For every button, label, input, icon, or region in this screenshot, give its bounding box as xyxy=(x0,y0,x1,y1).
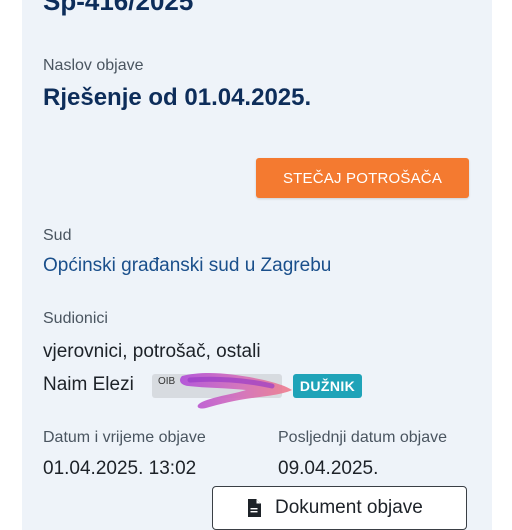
participant-types: vjerovnici, potrošač, ostali xyxy=(43,341,261,362)
oib-label: OIB xyxy=(158,376,176,387)
document-icon xyxy=(248,499,261,517)
participant-name: Naim Elezi xyxy=(43,374,134,395)
last-date-value: 09.04.2025. xyxy=(278,458,379,479)
notice-title: Rješenje od 01.04.2025. xyxy=(43,84,312,111)
published-date-value: 01.04.2025. 13:02 xyxy=(43,458,197,479)
case-number: Sp-416/2025 xyxy=(43,0,194,16)
title-label: Naslov objave xyxy=(43,57,144,74)
role-badge: DUŽNIK xyxy=(293,374,362,398)
document-button[interactable]: Dokument objave xyxy=(212,486,467,530)
court-label: Sud xyxy=(43,227,72,244)
last-date-label: Posljednji datum objave xyxy=(278,429,447,446)
document-button-label: Dokument objave xyxy=(275,497,423,518)
redaction-scribble xyxy=(180,373,292,409)
category-button[interactable]: STEČAJ POTROŠAČA xyxy=(256,158,469,198)
published-date-label: Datum i vrijeme objave xyxy=(43,429,206,446)
court-link[interactable]: Općinski građanski sud u Zagrebu xyxy=(43,255,331,277)
participants-label: Sudionici xyxy=(43,310,108,327)
